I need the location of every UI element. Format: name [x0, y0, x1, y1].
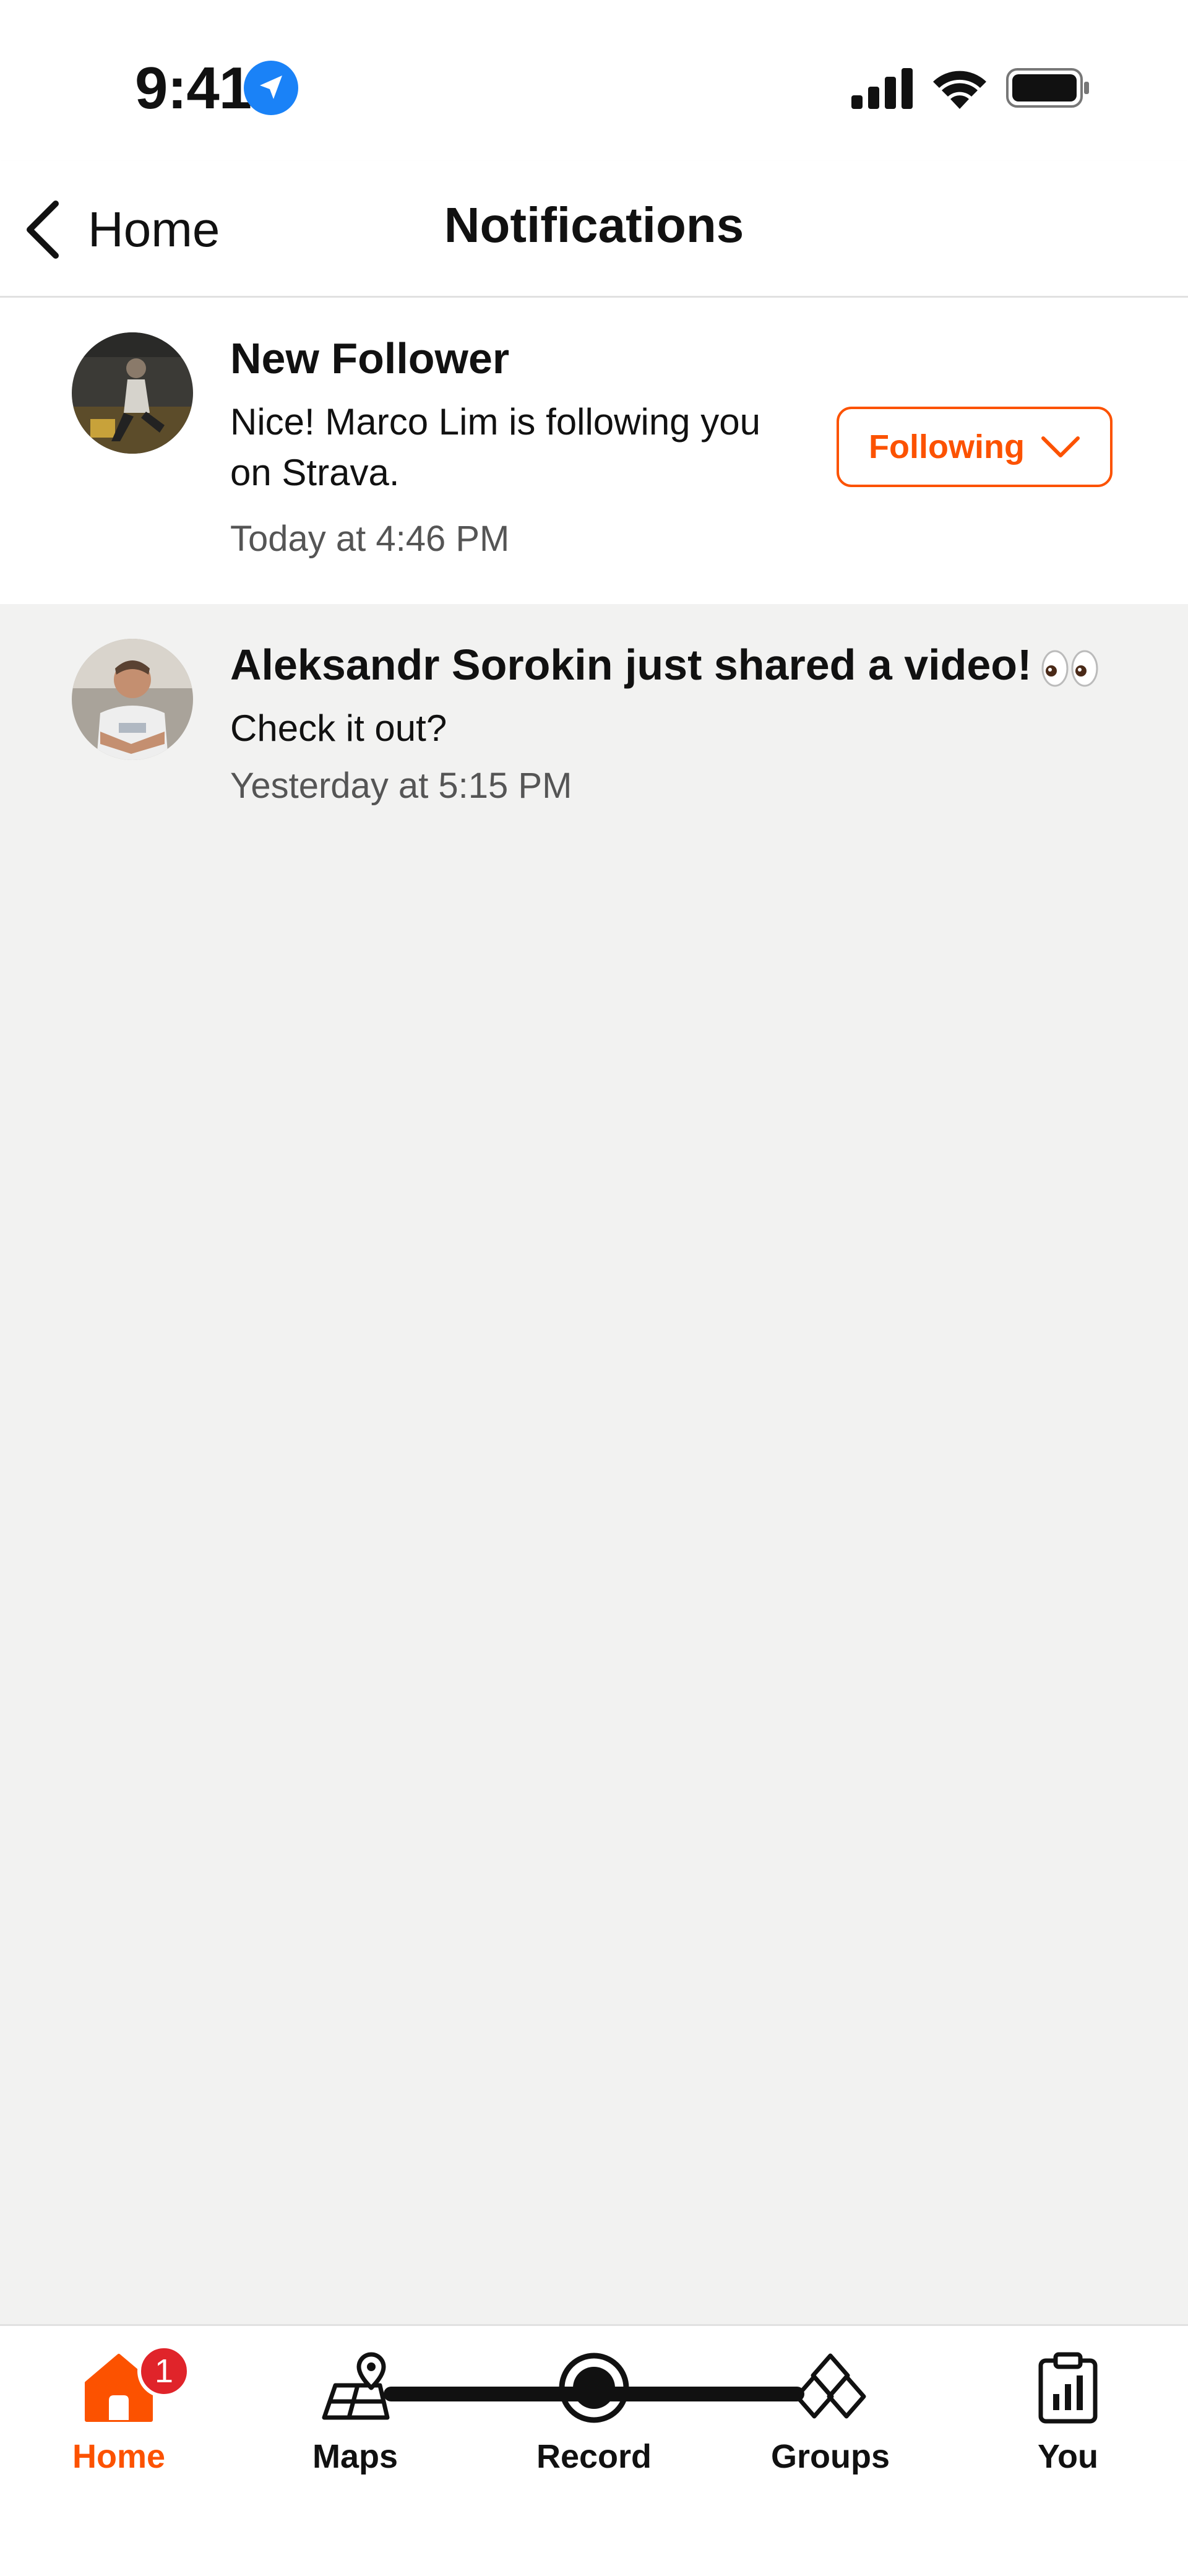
tab-bar: Home 1 Maps Record Groups You — [0, 2324, 1188, 2576]
wifi-icon — [933, 71, 986, 109]
notification-title: New Follower — [230, 334, 510, 383]
status-bar: 9:41 — [0, 0, 1188, 161]
status-time: 9:41 — [135, 55, 252, 121]
notification-timestamp: Today at 4:46 PM — [230, 519, 510, 559]
tab-home[interactable]: Home 1 — [26, 2345, 212, 2499]
chevron-down-icon — [1041, 436, 1080, 457]
tab-label: Maps — [312, 2438, 398, 2475]
maps-icon — [322, 2352, 390, 2420]
eyes-emoji-icon — [1041, 650, 1098, 687]
avatar[interactable] — [72, 332, 193, 454]
avatar[interactable] — [72, 639, 193, 760]
avatar-photo — [72, 639, 193, 760]
tab-you[interactable]: You — [975, 2345, 1161, 2499]
notification-timestamp: Yesterday at 5:15 PM — [230, 766, 572, 806]
following-button[interactable]: Following — [837, 407, 1113, 487]
home-indicator — [384, 2387, 804, 2401]
notifications-screen: 9:41 Home Notifications New Follower Nic… — [0, 0, 1188, 2576]
tab-maps[interactable]: Maps — [262, 2345, 448, 2499]
avatar-photo — [72, 332, 193, 454]
notification-item[interactable]: Aleksandr Sorokin just shared a video! C… — [0, 604, 1188, 858]
tab-label: Home — [72, 2438, 166, 2475]
cellular-signal-icon — [851, 68, 913, 109]
tab-label: Groups — [770, 2438, 890, 2475]
notification-body: Check it out? — [230, 707, 447, 749]
notification-item[interactable]: New Follower Nice! Marco Lim is followin… — [0, 298, 1188, 604]
notification-badge: 1 — [137, 2345, 191, 2398]
notification-list: New Follower Nice! Marco Lim is followin… — [0, 298, 1188, 858]
tab-record[interactable]: Record — [501, 2345, 687, 2499]
groups-icon — [794, 2353, 866, 2419]
tab-label: Record — [536, 2438, 652, 2475]
notification-title: Aleksandr Sorokin just shared a video! — [230, 640, 1100, 689]
you-icon — [1038, 2352, 1098, 2424]
tab-label: You — [1038, 2438, 1098, 2475]
notification-title-text: Aleksandr Sorokin just shared a video! — [230, 641, 1032, 689]
navigation-bar: Home Notifications — [0, 161, 1188, 298]
location-arrow-icon — [244, 61, 298, 115]
tab-groups[interactable]: Groups — [738, 2345, 923, 2499]
following-label: Following — [869, 428, 1025, 465]
page-title: Notifications — [444, 197, 744, 253]
notification-body: Nice! Marco Lim is following you on Stra… — [230, 401, 760, 493]
battery-icon — [1006, 68, 1089, 108]
